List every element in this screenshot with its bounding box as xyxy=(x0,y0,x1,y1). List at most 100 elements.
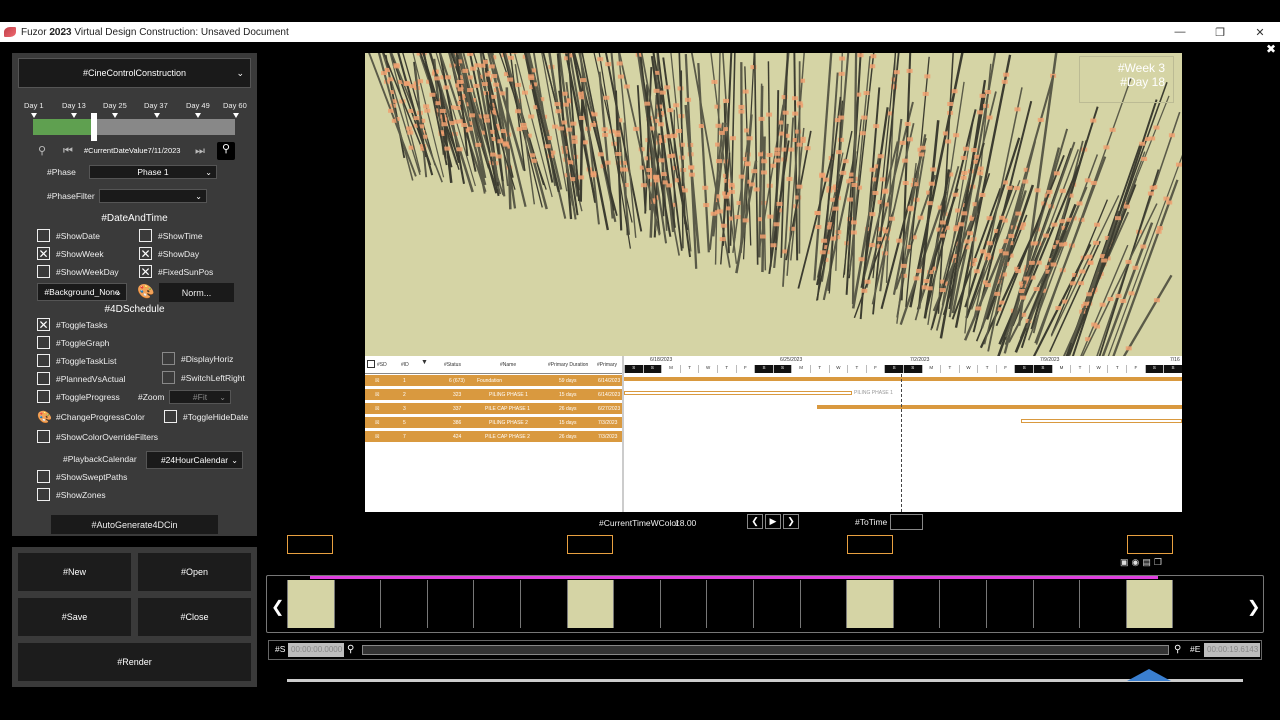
gantt-bar[interactable] xyxy=(624,391,852,395)
filter-icon[interactable]: ▼ xyxy=(421,359,428,366)
toggle-hide-date-toggle[interactable]: #ToggleHideDate xyxy=(164,410,248,423)
norm-button[interactable]: Norm... xyxy=(159,283,234,302)
show-week-day-toggle[interactable]: #ShowWeekDay xyxy=(37,265,119,278)
table-row[interactable]: ☒ 1 6 (673) Foundation 59 days 6/14/2023 xyxy=(365,375,622,387)
palette-icon[interactable]: 🎨 xyxy=(137,283,155,301)
keyframe-marker[interactable] xyxy=(1127,535,1173,554)
toggle-tasks-toggle[interactable]: ✕ #ToggleTasks xyxy=(37,318,108,331)
row-check[interactable]: ☒ xyxy=(375,392,379,398)
frame-thumbnail[interactable] xyxy=(706,580,753,628)
frame-thumbnail[interactable] xyxy=(1079,580,1126,628)
table-row[interactable]: ☒ 7 424 PILE CAP PHASE 2 26 days 7/3/202… xyxy=(365,431,622,443)
start-time-input[interactable]: 00:00:00.0000 xyxy=(288,643,344,657)
next-frame-button[interactable]: ❯ xyxy=(783,514,799,529)
zoom-out-icon[interactable]: ⚲ xyxy=(34,144,50,158)
timeline-scrubber[interactable] xyxy=(33,113,235,141)
copy-icon[interactable]: ❐ xyxy=(1154,557,1165,567)
keyframe-marker[interactable] xyxy=(847,535,893,554)
frame-thumbnail[interactable] xyxy=(659,580,707,628)
frame-thumbnail[interactable] xyxy=(519,580,567,628)
checkbox[interactable] xyxy=(162,371,175,384)
strip-next-icon[interactable]: ❯ xyxy=(1247,597,1260,617)
zoom-select[interactable]: #Fit ⌄ xyxy=(169,390,231,404)
checkbox[interactable] xyxy=(37,336,50,349)
phase-filter-select[interactable]: ⌄ xyxy=(99,189,207,203)
keyframe-marker[interactable] xyxy=(567,535,613,554)
frame-thumbnail[interactable] xyxy=(892,580,940,628)
show-day-toggle[interactable]: ✕ #ShowDay xyxy=(139,247,199,260)
cine-control-select[interactable]: #CineControlConstruction ⌄ xyxy=(18,58,251,88)
checkbox[interactable] xyxy=(37,488,50,501)
play-button[interactable]: ▶ xyxy=(765,514,781,529)
checkbox[interactable] xyxy=(37,372,50,385)
close-window-button[interactable]: ✕ xyxy=(1240,26,1280,39)
close-button[interactable]: #Close xyxy=(138,598,251,636)
toggle-graph-toggle[interactable]: #ToggleGraph xyxy=(37,336,109,349)
skip-start-icon[interactable]: ⏮ xyxy=(60,144,76,158)
frame-thumbnail[interactable] xyxy=(613,580,660,628)
checkbox[interactable] xyxy=(37,430,50,443)
auto-generate-button[interactable]: #AutoGenerate4DCin xyxy=(51,515,218,534)
keyframe-marker[interactable] xyxy=(287,535,333,554)
checkbox[interactable] xyxy=(37,265,50,278)
checkbox-checked[interactable]: ✕ xyxy=(37,247,50,260)
end-time-input[interactable]: 00:00:19.6143 xyxy=(1204,643,1260,657)
show-zones-toggle[interactable]: #ShowZones xyxy=(37,488,106,501)
frame-thumbnail[interactable] xyxy=(473,580,520,628)
frame-thumbnail[interactable] xyxy=(1032,580,1080,628)
row-check[interactable]: ☒ xyxy=(375,378,379,384)
search-icon[interactable]: ⚲ xyxy=(1174,644,1181,655)
show-date-toggle[interactable]: #ShowDate xyxy=(37,229,100,242)
frame-thumbnail[interactable] xyxy=(1172,580,1219,628)
3d-viewport[interactable]: #Week 3 #Day 18 xyxy=(365,53,1182,356)
table-row[interactable]: ☒ 2 323 PILING PHASE 1 15 days 6/14/2023 xyxy=(365,389,622,401)
frame-thumbnail[interactable] xyxy=(1125,580,1173,628)
show-swept-paths-toggle[interactable]: #ShowSweptPaths xyxy=(37,470,127,483)
render-button[interactable]: #Render xyxy=(18,643,251,681)
eye-icon[interactable]: ◉ xyxy=(1132,557,1143,567)
checkbox[interactable] xyxy=(139,229,152,242)
frame-thumbnail[interactable] xyxy=(333,580,381,628)
fixed-sun-pos-toggle[interactable]: ✕ #FixedSunPos xyxy=(139,265,213,278)
time-track[interactable] xyxy=(362,645,1169,655)
render-range-bar[interactable] xyxy=(310,576,1158,579)
checkbox-checked[interactable]: ✕ xyxy=(37,318,50,331)
to-time-input[interactable] xyxy=(890,514,923,530)
phase-select[interactable]: Phase 1 ⌄ xyxy=(89,165,217,179)
playback-slider[interactable] xyxy=(287,669,1243,682)
close-icon[interactable]: ✖ xyxy=(1264,42,1278,56)
gantt-bar[interactable] xyxy=(817,405,1182,409)
frame-thumbnail[interactable] xyxy=(566,580,614,628)
prev-frame-button[interactable]: ❮ xyxy=(747,514,763,529)
frame-thumbnail[interactable] xyxy=(380,580,427,628)
checkbox[interactable] xyxy=(162,352,175,365)
close-icon[interactable] xyxy=(367,360,375,368)
gantt-chart[interactable]: #SD #ID ▼ #Status #Name #Primary Duratio… xyxy=(365,356,1182,512)
calendar-select[interactable]: #24HourCalendar ⌄ xyxy=(146,451,243,469)
gantt-bar[interactable] xyxy=(624,377,1182,381)
switch-left-right-toggle[interactable]: #SwitchLeftRight xyxy=(162,371,245,384)
checkbox[interactable] xyxy=(37,470,50,483)
checkbox-checked[interactable]: ✕ xyxy=(139,247,152,260)
change-progress-color[interactable]: 🎨 #ChangeProgressColor xyxy=(37,410,145,424)
row-check[interactable]: ☒ xyxy=(375,406,379,412)
new-button[interactable]: #New xyxy=(18,553,131,591)
search-icon[interactable]: ⚲ xyxy=(347,644,354,655)
show-color-override-toggle[interactable]: #ShowColorOverrideFilters xyxy=(37,430,158,443)
frame-thumbnail[interactable] xyxy=(426,580,474,628)
checkbox-checked[interactable]: ✕ xyxy=(139,265,152,278)
checkbox[interactable] xyxy=(37,229,50,242)
camera-icon[interactable]: ▣ xyxy=(1120,557,1132,567)
trash-icon[interactable]: ▤ xyxy=(1142,557,1154,567)
show-time-toggle[interactable]: #ShowTime xyxy=(139,229,203,242)
strip-prev-icon[interactable]: ❮ xyxy=(271,597,284,617)
checkbox[interactable] xyxy=(37,390,50,403)
frame-thumbnail[interactable] xyxy=(985,580,1033,628)
toggle-progress-toggle[interactable]: #ToggleProgress xyxy=(37,390,120,403)
toggle-task-list-toggle[interactable]: #ToggleTaskList xyxy=(37,354,116,367)
background-select[interactable]: #Background_None ⌄ xyxy=(37,283,127,301)
frame-thumbnail[interactable] xyxy=(939,580,986,628)
checkbox[interactable] xyxy=(164,410,177,423)
frame-thumbnail[interactable] xyxy=(846,580,893,628)
table-row[interactable]: ☒ 3 337 PILE CAP PHASE 1 26 days 6/27/20… xyxy=(365,403,622,415)
